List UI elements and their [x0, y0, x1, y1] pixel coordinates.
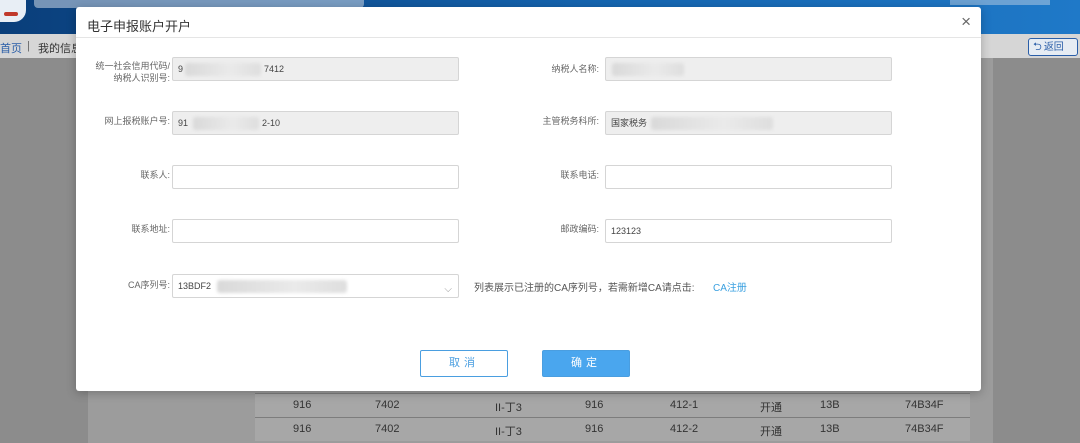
table-cell: 开通	[760, 402, 782, 414]
credit-code-field[interactable]: 9 7412	[172, 57, 459, 81]
account-table: 916 7402 II-丁3 916 412-1 开通 13B 74B34F 9…	[255, 393, 970, 441]
table-cell: 7402	[375, 399, 400, 411]
redacted-mask	[651, 117, 773, 130]
breadcrumb-home[interactable]: 首页	[0, 40, 22, 56]
account-open-dialog: 电子申报账户开户 × 统一社会信用代码/ 纳税人识别号: 9 7412 纳税人名…	[76, 7, 981, 391]
table-cell: 13B	[820, 423, 840, 435]
breadcrumb-separator: |	[27, 40, 30, 52]
postal-code-label: 邮政编码:	[560, 224, 599, 234]
contact-address-label: 联系地址:	[131, 224, 170, 234]
chevron-down-icon: ⌵	[444, 284, 452, 295]
back-button-label: 返回	[1043, 42, 1064, 53]
online-account-field[interactable]: 91 2-10	[172, 111, 459, 135]
table-cell: 开通	[760, 426, 782, 438]
table-cell: 7402	[375, 423, 400, 435]
credit-code-value-suffix: 7412	[264, 64, 285, 74]
credit-code-label: 统一社会信用代码/ 纳税人识别号:	[76, 60, 170, 84]
table-cell: 916	[585, 423, 604, 435]
online-account-value-suffix: 2-10	[262, 118, 281, 128]
table-cell: II-丁3	[495, 402, 522, 414]
back-button[interactable]: ⮌ 返回	[1028, 38, 1078, 56]
back-arrow-icon: ⮌	[1033, 41, 1042, 53]
dialog-title: 电子申报账户开户	[87, 19, 192, 34]
table-cell: 74B34F	[905, 399, 944, 411]
ca-serial-select[interactable]: 13BDF2 ⌵	[172, 274, 459, 298]
ca-serial-label: CA序列号:	[127, 280, 170, 290]
table-cell: 13B	[820, 399, 840, 411]
online-account-label: 网上报税账户号:	[104, 116, 170, 126]
site-logo	[0, 0, 26, 22]
table-cell: 916	[293, 399, 312, 411]
tax-office-value-prefix: 国家税务	[611, 118, 648, 128]
ca-serial-value-prefix: 13BDF2	[178, 281, 212, 291]
redacted-mask	[217, 280, 347, 293]
credit-code-value-prefix: 9	[178, 64, 184, 74]
table-cell: 916	[585, 399, 604, 411]
contact-person-input[interactable]	[172, 165, 459, 189]
cancel-button[interactable]: 取消	[420, 350, 508, 377]
table-cell: II-丁3	[495, 426, 522, 438]
table-cell: 916	[293, 423, 312, 435]
confirm-button[interactable]: 确定	[542, 350, 630, 377]
table-cell: 412-2	[670, 423, 699, 435]
credit-code-label-line2: 纳税人识别号:	[113, 73, 170, 83]
ca-register-link[interactable]: CA注册	[713, 279, 747, 294]
contact-phone-input[interactable]	[605, 165, 892, 189]
contact-address-input[interactable]	[172, 219, 459, 243]
table-row: 916 7402 II-丁3 916 412-2 开通 13B 74B34F	[255, 417, 970, 441]
table-row: 916 7402 II-丁3 916 412-1 开通 13B 74B34F	[255, 393, 970, 417]
contact-person-label: 联系人:	[140, 170, 170, 180]
tax-office-label: 主管税务科所:	[542, 116, 599, 126]
online-account-value-prefix: 91	[178, 118, 189, 128]
close-icon[interactable]: ×	[961, 13, 971, 30]
taxpayer-name-field[interactable]	[605, 57, 892, 81]
taxpayer-name-label: 纳税人名称:	[551, 64, 599, 74]
table-cell: 412-1	[670, 399, 699, 411]
table-cell: 74B34F	[905, 423, 944, 435]
tax-office-field[interactable]: 国家税务	[605, 111, 892, 135]
contact-phone-label: 联系电话:	[560, 170, 599, 180]
redacted-mask	[193, 117, 259, 130]
credit-code-label-line1: 统一社会信用代码/	[95, 61, 170, 71]
redacted-mask	[185, 63, 261, 76]
dialog-header: 电子申报账户开户 ×	[76, 7, 981, 38]
ca-hint-text: 列表展示已注册的CA序列号，若需新增CA请点击:	[474, 283, 695, 294]
header-user-links	[950, 0, 1050, 5]
postal-code-input[interactable]	[605, 219, 892, 243]
redacted-mask	[612, 63, 684, 76]
